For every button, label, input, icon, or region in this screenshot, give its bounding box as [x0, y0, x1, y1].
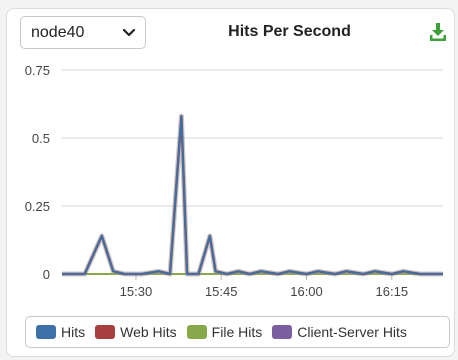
legend-swatch — [36, 325, 56, 339]
y-tick-label: 0.25 — [25, 199, 50, 214]
legend-label: Client-Server Hits — [297, 324, 407, 340]
x-tick-label: 15:30 — [120, 284, 153, 299]
legend-swatch — [186, 325, 207, 339]
x-tick-label: 16:15 — [376, 284, 409, 299]
series-shadow — [62, 113, 443, 277]
legend-item-web-hits[interactable]: Web Hits — [95, 324, 177, 340]
y-tick-label: 0.5 — [32, 131, 50, 146]
series-line-hits — [62, 115, 443, 275]
y-tick-label: 0.75 — [25, 63, 50, 78]
legend-swatch — [95, 325, 116, 339]
legend-swatch — [272, 325, 293, 339]
legend-item-hits[interactable]: Hits — [36, 324, 85, 340]
legend-label: File Hits — [211, 324, 263, 340]
legend-label: Web Hits — [120, 324, 177, 340]
chart-panel: node40 Hits Per Second 0 0.25 0.5 0.75 15:30… — [6, 8, 455, 357]
chart-legend: Hits Web Hits File Hits Client-Server Hits — [25, 316, 450, 348]
x-tick-label: 16:00 — [290, 284, 323, 299]
series-line-web-hits — [62, 114, 443, 276]
line-chart: 0 0.25 0.5 0.75 15:30 15:45 16:00 16:15 — [25, 63, 443, 299]
x-tick-label: 15:45 — [205, 284, 238, 299]
y-tick-label: 0 — [43, 267, 50, 282]
legend-item-file-hits[interactable]: File Hits — [186, 324, 263, 340]
legend-item-client-server-hits[interactable]: Client-Server Hits — [272, 324, 407, 340]
legend-label: Hits — [61, 324, 86, 340]
